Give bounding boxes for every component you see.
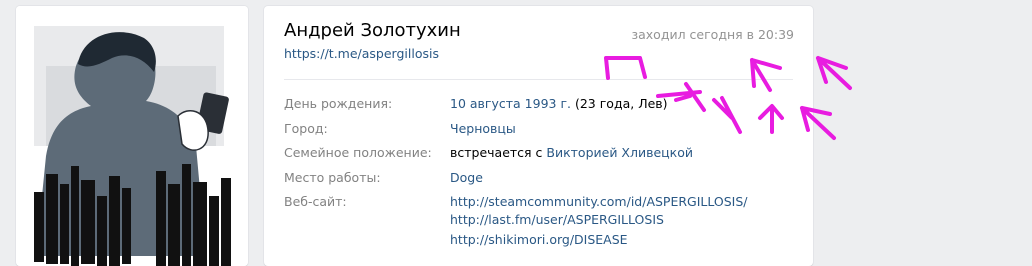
- last-seen-text: заходил сегодня в 20:39: [631, 27, 794, 42]
- profile-name: Андрей Золотухин: [284, 20, 461, 41]
- relationship-prefix: встречается с: [450, 145, 543, 160]
- birthday-date-link[interactable]: 10 августа 1993 г.: [450, 96, 571, 111]
- birthday-label: День рождения:: [284, 96, 393, 111]
- avatar[interactable]: [16, 6, 248, 266]
- work-link[interactable]: Doge: [450, 170, 483, 185]
- website-label: Веб-сайт:: [284, 194, 347, 209]
- city-label: Город:: [284, 121, 328, 136]
- relationship-value: встречается с Викторией Хливецкой: [450, 145, 693, 160]
- website-link-shikimori[interactable]: http://shikimori.org/DISEASE: [450, 232, 628, 247]
- website-link-steam[interactable]: http://steamcommunity.com/id/ASPERGILLOS…: [450, 194, 748, 209]
- profile-status-link[interactable]: https://t.me/aspergillosis: [284, 46, 439, 61]
- profile-info-card: Андрей Золотухин https://t.me/aspergillo…: [264, 6, 813, 266]
- annotation-arrow-3: [816, 56, 852, 90]
- birthday-age: (23 года, Лев): [574, 96, 668, 111]
- relationship-partner-link[interactable]: Викторией Хливецкой: [546, 145, 693, 160]
- relationship-label: Семейное положение:: [284, 145, 432, 160]
- website-link-lastfm[interactable]: http://last.fm/user/ASPERGILLOSIS: [450, 212, 664, 227]
- work-label: Место работы:: [284, 170, 381, 185]
- divider: [284, 79, 793, 80]
- avatar-card: [16, 6, 248, 266]
- city-link[interactable]: Черновцы: [450, 121, 516, 136]
- birthday-value: 10 августа 1993 г. (23 года, Лев): [450, 96, 668, 111]
